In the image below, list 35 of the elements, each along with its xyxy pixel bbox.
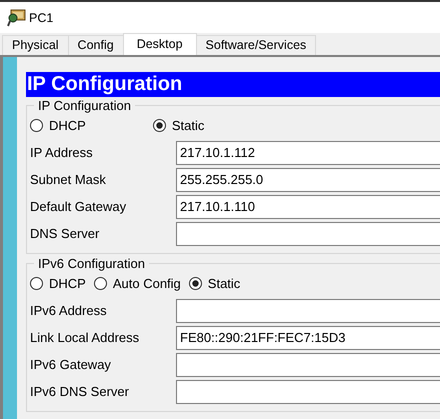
radio-button[interactable]: [30, 118, 43, 132]
radio-label: Auto Config: [112, 276, 181, 290]
field-label: IPv6 Address: [30, 303, 108, 318]
field-label: IP Address: [30, 145, 94, 160]
field-label: IPv6 Gateway: [30, 357, 112, 372]
radio-button[interactable]: [152, 118, 166, 132]
input-field[interactable]: FE80::290:21FF:FEC7:15D3: [176, 326, 440, 350]
group-legend: IP Configuration: [34, 98, 135, 113]
field-label: Subnet Mask: [30, 172, 107, 187]
radio-button[interactable]: [30, 276, 43, 290]
tab[interactable]: Physical: [2, 35, 69, 55]
radio-button[interactable]: [188, 276, 202, 290]
window-title: PC1: [29, 10, 54, 24]
tab[interactable]: Software/Services: [196, 35, 316, 55]
computer-icon: [7, 8, 27, 26]
group-legend: IPv6 Configuration: [34, 256, 149, 271]
tab[interactable]: Config: [68, 35, 124, 55]
input-field[interactable]: [176, 380, 440, 404]
field-label: Default Gateway: [30, 199, 128, 214]
panel-heading: IP Configuration: [26, 72, 440, 97]
field-label: IPv6 DNS Server: [30, 384, 130, 399]
input-field[interactable]: 217.10.1.110: [176, 194, 440, 218]
radio-label: Static: [208, 276, 240, 290]
tab[interactable]: Desktop: [122, 33, 197, 55]
radio-label: DHCP: [49, 276, 86, 290]
field-label: DNS Server: [30, 226, 100, 241]
field-label: Link Local Address: [30, 330, 140, 345]
radio-label: Static: [172, 118, 204, 132]
input-field[interactable]: [176, 298, 440, 322]
input-field[interactable]: 255.255.255.0: [176, 168, 440, 192]
input-field[interactable]: [176, 352, 440, 376]
radio-label: DHCP: [49, 118, 86, 132]
input-field[interactable]: [176, 222, 440, 246]
radio-button[interactable]: [94, 276, 107, 290]
input-field[interactable]: 217.10.1.112: [176, 140, 440, 164]
